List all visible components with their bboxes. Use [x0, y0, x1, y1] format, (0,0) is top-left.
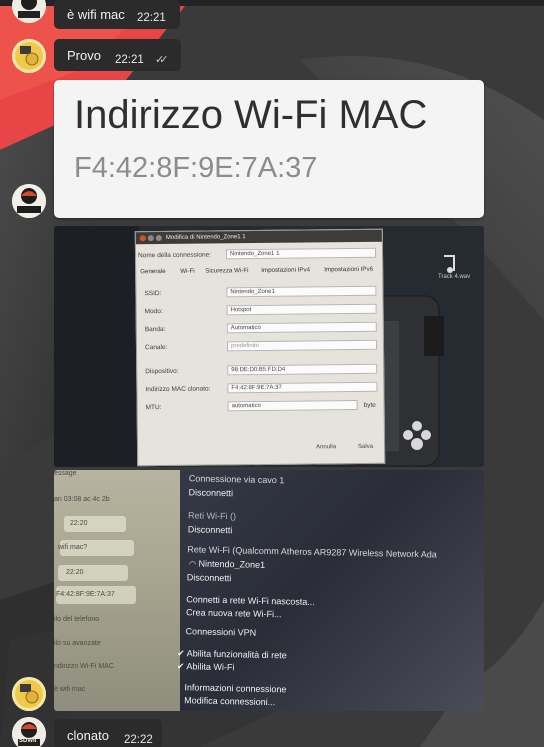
- maximize-icon[interactable]: [155, 235, 162, 242]
- ssid-label: SSID:: [144, 290, 162, 298]
- message-bubble[interactable]: è wifi mac 22:21: [54, 0, 180, 29]
- tab-ipv6[interactable]: Impostazioni IPv6: [324, 266, 373, 274]
- menu-item[interactable]: Disconnetti: [187, 572, 232, 583]
- device-label: Dispositivo:: [145, 367, 179, 376]
- mode-label: Modo:: [144, 308, 163, 316]
- minimize-icon[interactable]: [147, 235, 154, 242]
- save-button[interactable]: Salva: [358, 444, 373, 450]
- side-time: 22:20: [70, 520, 88, 527]
- avatar[interactable]: [12, 184, 46, 218]
- cancel-button[interactable]: Annulla: [316, 444, 336, 450]
- connection-edit-dialog: Modifica di Nintendo_Zone1 1 Nome della …: [134, 228, 386, 467]
- band-select[interactable]: Automatico: [226, 321, 377, 334]
- dialog-photo[interactable]: Track 4.wav Modifica di Nintendo_Zone1 1…: [54, 226, 484, 467]
- channel-field[interactable]: predefinito: [226, 339, 378, 352]
- device-select[interactable]: 98:DE:D0:B5:FD:D4: [227, 363, 378, 376]
- channel-label: Canale:: [144, 343, 168, 352]
- side-time: 22:20: [66, 569, 84, 576]
- tab-wifi-security[interactable]: Sicurezza Wi-Fi: [205, 267, 248, 274]
- menu-item[interactable]: Modifica connessioni...: [184, 695, 275, 707]
- side-label: Track 4.wav: [438, 274, 471, 280]
- avatar[interactable]: [12, 39, 46, 73]
- side-text: ilo del telefono: [54, 616, 100, 623]
- read-receipt-icon: ✓✓: [155, 54, 169, 66]
- menu-item[interactable]: Connetti a rete Wi-Fi nascosta...: [186, 594, 315, 607]
- side-text: ndirizzo Wi-Fi MAC: [54, 663, 114, 670]
- side-text: wifi mac?: [58, 544, 88, 551]
- menu-item[interactable]: ✔ Abilita Wi-Fi: [177, 661, 235, 673]
- tab-wifi[interactable]: Wi-Fi: [180, 268, 195, 275]
- message-text: clonato: [67, 728, 109, 743]
- mode-select[interactable]: Hotspot: [226, 303, 377, 316]
- dialog-title: Modifica di Nintendo_Zone1 1: [135, 229, 382, 245]
- ssid-field[interactable]: Nintendo_Zone1: [226, 285, 377, 298]
- side-text: essage: [54, 470, 77, 477]
- mac-address-screenshot[interactable]: Indirizzo Wi-Fi MAC F4:42:8F:9E:7A:37: [54, 80, 484, 218]
- close-icon[interactable]: [139, 235, 146, 242]
- mtu-field[interactable]: automatico: [227, 399, 358, 412]
- network-menu-photo[interactable]: essage an 03:08 ac 4c 2b 22:20 wifi mac?…: [54, 470, 484, 711]
- conn-name-label: Nome della connessione:: [137, 251, 212, 260]
- cloned-mac-label: Indirizzo MAC clonato:: [145, 385, 211, 394]
- message-text: Provo: [67, 48, 101, 63]
- menu-item-network[interactable]: ◠ Nintendo_Zone1: [189, 558, 265, 570]
- band-label: Banda:: [144, 325, 166, 334]
- card-mac-address: F4:42:8F:9E:7A:37: [74, 152, 318, 184]
- avatar-label: SDWII: [19, 738, 37, 744]
- avatar[interactable]: [12, 677, 46, 711]
- menu-item[interactable]: Crea nuova rete Wi-Fi...: [186, 607, 282, 619]
- mtu-unit: byte: [363, 401, 376, 409]
- mtu-label: MTU:: [145, 404, 162, 412]
- message-bubble[interactable]: Provo 22:21 ✓✓: [54, 39, 181, 71]
- cloned-mac-field[interactable]: F4:42:8F:9E:7A:37: [227, 381, 378, 394]
- message-time: 22:22: [124, 734, 153, 746]
- side-text: F4:42:8F:9E:7A:37: [56, 591, 115, 598]
- message-text: è wifi mac: [67, 7, 125, 22]
- menu-header: Rete Wi-Fi (Qualcomm Atheros AR9287 Wire…: [187, 544, 437, 560]
- side-text: è wifi mac: [54, 686, 86, 693]
- menu-header: Connessione via cavo 1: [188, 473, 285, 486]
- message-time: 22:21: [137, 12, 166, 24]
- menu-item[interactable]: Disconnetti: [188, 524, 233, 535]
- tab-generale[interactable]: Generale: [140, 268, 166, 275]
- network-name: Nintendo_Zone1: [198, 558, 266, 570]
- side-text: ilo su avanzate: [54, 640, 101, 647]
- conn-name-field[interactable]: Nintendo_Zone1 1: [225, 247, 377, 260]
- tab-ipv4[interactable]: Impostazioni IPv4: [261, 266, 310, 274]
- network-menu: Connessione via cavo 1 Disconnetti Reti …: [169, 470, 484, 711]
- message-bubble[interactable]: clonato 22:22: [54, 719, 162, 747]
- side-text: an 03:08 ac 4c 2b: [54, 496, 110, 503]
- wifi-icon: ◠: [188, 559, 197, 569]
- menu-header: Reti Wi-Fi (): [187, 510, 237, 522]
- menu-item[interactable]: Informazioni connessione: [184, 682, 286, 694]
- menu-item[interactable]: ✔ Abilita funzionalità di rete: [177, 648, 287, 661]
- menu-item[interactable]: Connessioni VPN: [186, 626, 257, 637]
- message-time: 22:21: [115, 54, 144, 66]
- card-heading: Indirizzo Wi-Fi MAC: [74, 93, 428, 137]
- menu-item[interactable]: Disconnetti: [188, 487, 233, 498]
- chat-photo-side: essage an 03:08 ac 4c 2b 22:20 wifi mac?…: [54, 470, 180, 711]
